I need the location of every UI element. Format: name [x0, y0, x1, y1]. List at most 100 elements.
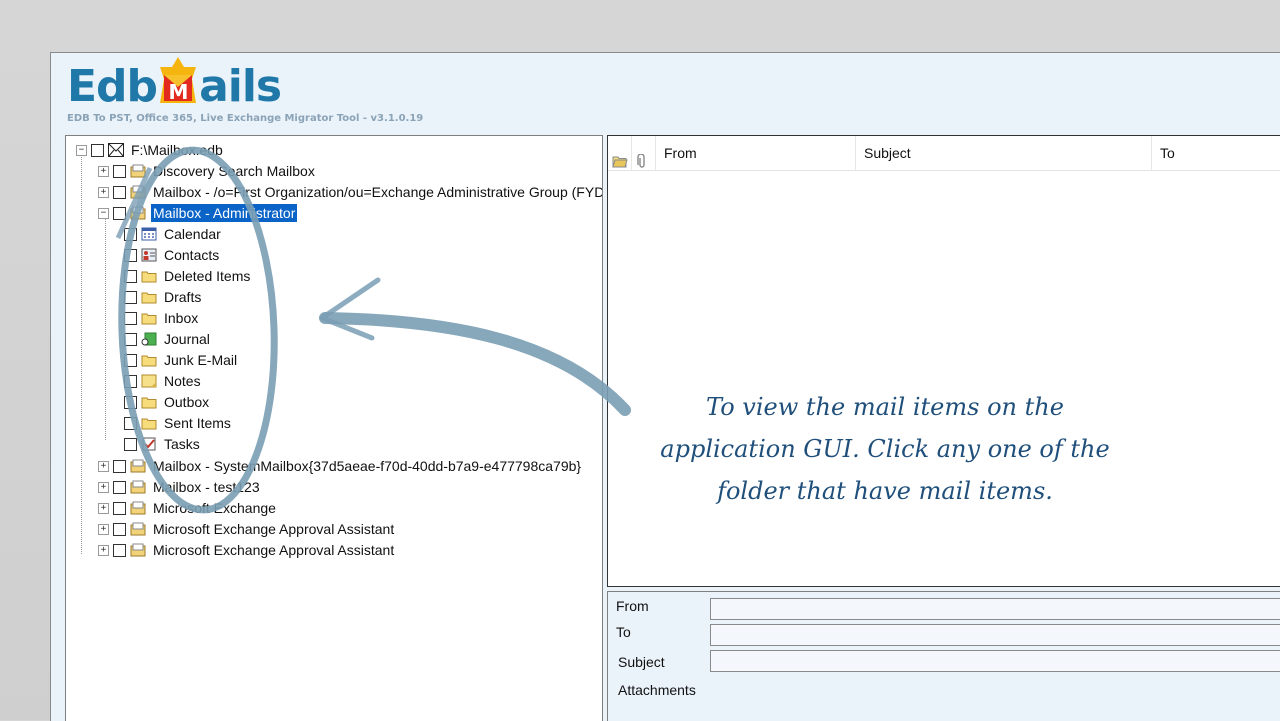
tree-guide-line	[105, 214, 106, 440]
expand-icon[interactable]: +	[98, 165, 109, 177]
paperclip-icon	[636, 146, 648, 180]
tree-node-label: Discovery Search Mailbox	[153, 163, 315, 179]
collapse-icon[interactable]: −	[76, 144, 87, 156]
tree-node-mailbox-administrator[interactable]: − Mailbox - Administrator	[98, 203, 298, 223]
column-attachment[interactable]	[632, 136, 656, 170]
folder-icon	[141, 269, 157, 283]
tree-node-folder[interactable]: Junk E-Mail	[124, 350, 239, 370]
tree-node-mailbox[interactable]: + Microsoft Exchange Approval Assistant	[98, 540, 396, 560]
preview-attachments-label: Attachments	[618, 682, 696, 698]
folder-icon	[141, 353, 157, 367]
app-tagline: EDB To PST, Office 365, Live Exchange Mi…	[67, 113, 424, 124]
tree-node-mailbox[interactable]: + Discovery Search Mailbox	[98, 161, 317, 181]
expand-icon[interactable]: +	[98, 502, 109, 514]
column-icon[interactable]	[608, 136, 632, 170]
expand-icon[interactable]: +	[98, 186, 109, 198]
mailbox-checkbox[interactable]	[113, 206, 126, 220]
tree-node-label: Sent Items	[164, 415, 231, 431]
tree-node-folder[interactable]: Calendar	[124, 224, 223, 244]
tree-guide-line	[81, 150, 82, 554]
folder-checkbox[interactable]	[124, 416, 137, 430]
tree-node-label: Microsoft Exchange	[153, 500, 276, 516]
envelope-icon	[108, 143, 124, 157]
folder-checkbox[interactable]	[124, 248, 137, 262]
mailbox-icon	[130, 543, 146, 557]
folder-checkbox[interactable]	[124, 269, 137, 283]
root-checkbox[interactable]	[91, 143, 104, 157]
logo-text-right: ails	[199, 61, 282, 112]
tree-node-mailbox[interactable]: + Microsoft Exchange	[98, 498, 278, 518]
mailbox-icon	[130, 459, 146, 473]
folder-checkbox[interactable]	[124, 374, 137, 388]
folder-checkbox[interactable]	[124, 290, 137, 304]
tree-node-folder[interactable]: Sent Items	[124, 413, 233, 433]
tree-node-label: Mailbox - test123	[153, 479, 260, 495]
tree-node-mailbox[interactable]: + Mailbox - test123	[98, 477, 262, 497]
column-subject[interactable]: Subject	[856, 136, 1152, 170]
tree-node-label: Contacts	[164, 247, 220, 263]
tree-node-label: Calendar	[164, 226, 221, 242]
folder-checkbox[interactable]	[124, 395, 137, 409]
tree-node-label: F:\Mailbox.edb	[131, 142, 223, 158]
expand-icon[interactable]: +	[98, 481, 109, 493]
tree-node-label: Microsoft Exchange Approval Assistant	[153, 521, 395, 537]
tree-node-root[interactable]: − F:\Mailbox.edb	[76, 140, 225, 160]
column-to[interactable]: To	[1152, 136, 1280, 170]
expand-icon[interactable]: +	[98, 460, 109, 472]
logo-m-letter: M	[169, 80, 188, 104]
logo-text-left: Edb	[67, 61, 158, 112]
mail-preview-panel: From To Subject Attachments	[607, 591, 1280, 721]
tree-node-folder[interactable]: Drafts	[124, 287, 203, 307]
expand-icon[interactable]: +	[98, 544, 109, 556]
folder-checkbox[interactable]	[124, 332, 137, 346]
tree-node-folder[interactable]: Contacts	[124, 245, 221, 265]
column-from[interactable]: From	[656, 136, 856, 170]
folder-checkbox[interactable]	[124, 227, 137, 241]
folder-checkbox[interactable]	[124, 437, 137, 451]
tree-node-folder[interactable]: Inbox	[124, 308, 200, 328]
annotation-line-1: To view the mail items on the	[706, 393, 1064, 421]
tree-node-mailbox[interactable]: + Microsoft Exchange Approval Assistant	[98, 519, 396, 539]
mailbox-checkbox[interactable]	[113, 501, 126, 515]
mailbox-checkbox[interactable]	[113, 522, 126, 536]
logo-envelope-icon: M	[158, 57, 198, 105]
journal-icon	[141, 332, 157, 346]
mailbox-checkbox[interactable]	[113, 185, 126, 199]
folder-icon	[141, 290, 157, 304]
preview-subject-label: Subject	[618, 654, 665, 670]
tree-node-label: Deleted Items	[164, 268, 251, 284]
tree-node-folder[interactable]: Journal	[124, 329, 212, 349]
tree-node-label: Microsoft Exchange Approval Assistant	[153, 542, 395, 558]
expand-icon[interactable]: +	[98, 523, 109, 535]
mail-list-panel[interactable]: From Subject To	[607, 135, 1280, 587]
preview-subject-field[interactable]	[710, 650, 1280, 672]
preview-to-field[interactable]	[710, 624, 1280, 646]
folder-icon	[141, 395, 157, 409]
tree-node-mailbox[interactable]: + Mailbox - SystemMailbox{37d5aeae-f70d-…	[98, 456, 583, 476]
folder-checkbox[interactable]	[124, 353, 137, 367]
tree-node-folder[interactable]: Notes	[124, 371, 203, 391]
mailbox-icon	[130, 501, 146, 515]
tree-node-label: Inbox	[164, 310, 199, 326]
tree-node-mailbox[interactable]: + Mailbox - /o=First Organization/ou=Exc…	[98, 182, 602, 202]
collapse-icon[interactable]: −	[98, 207, 109, 219]
tree-node-label: Mailbox - SystemMailbox{37d5aeae-f70d-40…	[153, 458, 582, 474]
mailbox-checkbox[interactable]	[113, 543, 126, 557]
tree-node-folder[interactable]: Outbox	[124, 392, 211, 412]
tree-node-label: Tasks	[164, 436, 200, 452]
preview-from-label: From	[616, 598, 649, 614]
tree-node-label-selected: Mailbox - Administrator	[151, 204, 298, 222]
mailbox-checkbox[interactable]	[113, 459, 126, 473]
tree-node-label: Drafts	[164, 289, 202, 305]
mailbox-icon	[130, 522, 146, 536]
mailbox-checkbox[interactable]	[113, 480, 126, 494]
mailbox-checkbox[interactable]	[113, 164, 126, 178]
preview-from-field[interactable]	[710, 598, 1280, 620]
folder-icon	[141, 311, 157, 325]
folder-tree-panel[interactable]: − F:\Mailbox.edb + Discovery Search Mail…	[65, 135, 603, 721]
tasks-icon	[141, 437, 157, 451]
tree-node-folder[interactable]: Deleted Items	[124, 266, 252, 286]
folder-checkbox[interactable]	[124, 311, 137, 325]
annotation-line-3: folder that have mail items.	[717, 477, 1053, 505]
tree-node-folder[interactable]: Tasks	[124, 434, 202, 454]
